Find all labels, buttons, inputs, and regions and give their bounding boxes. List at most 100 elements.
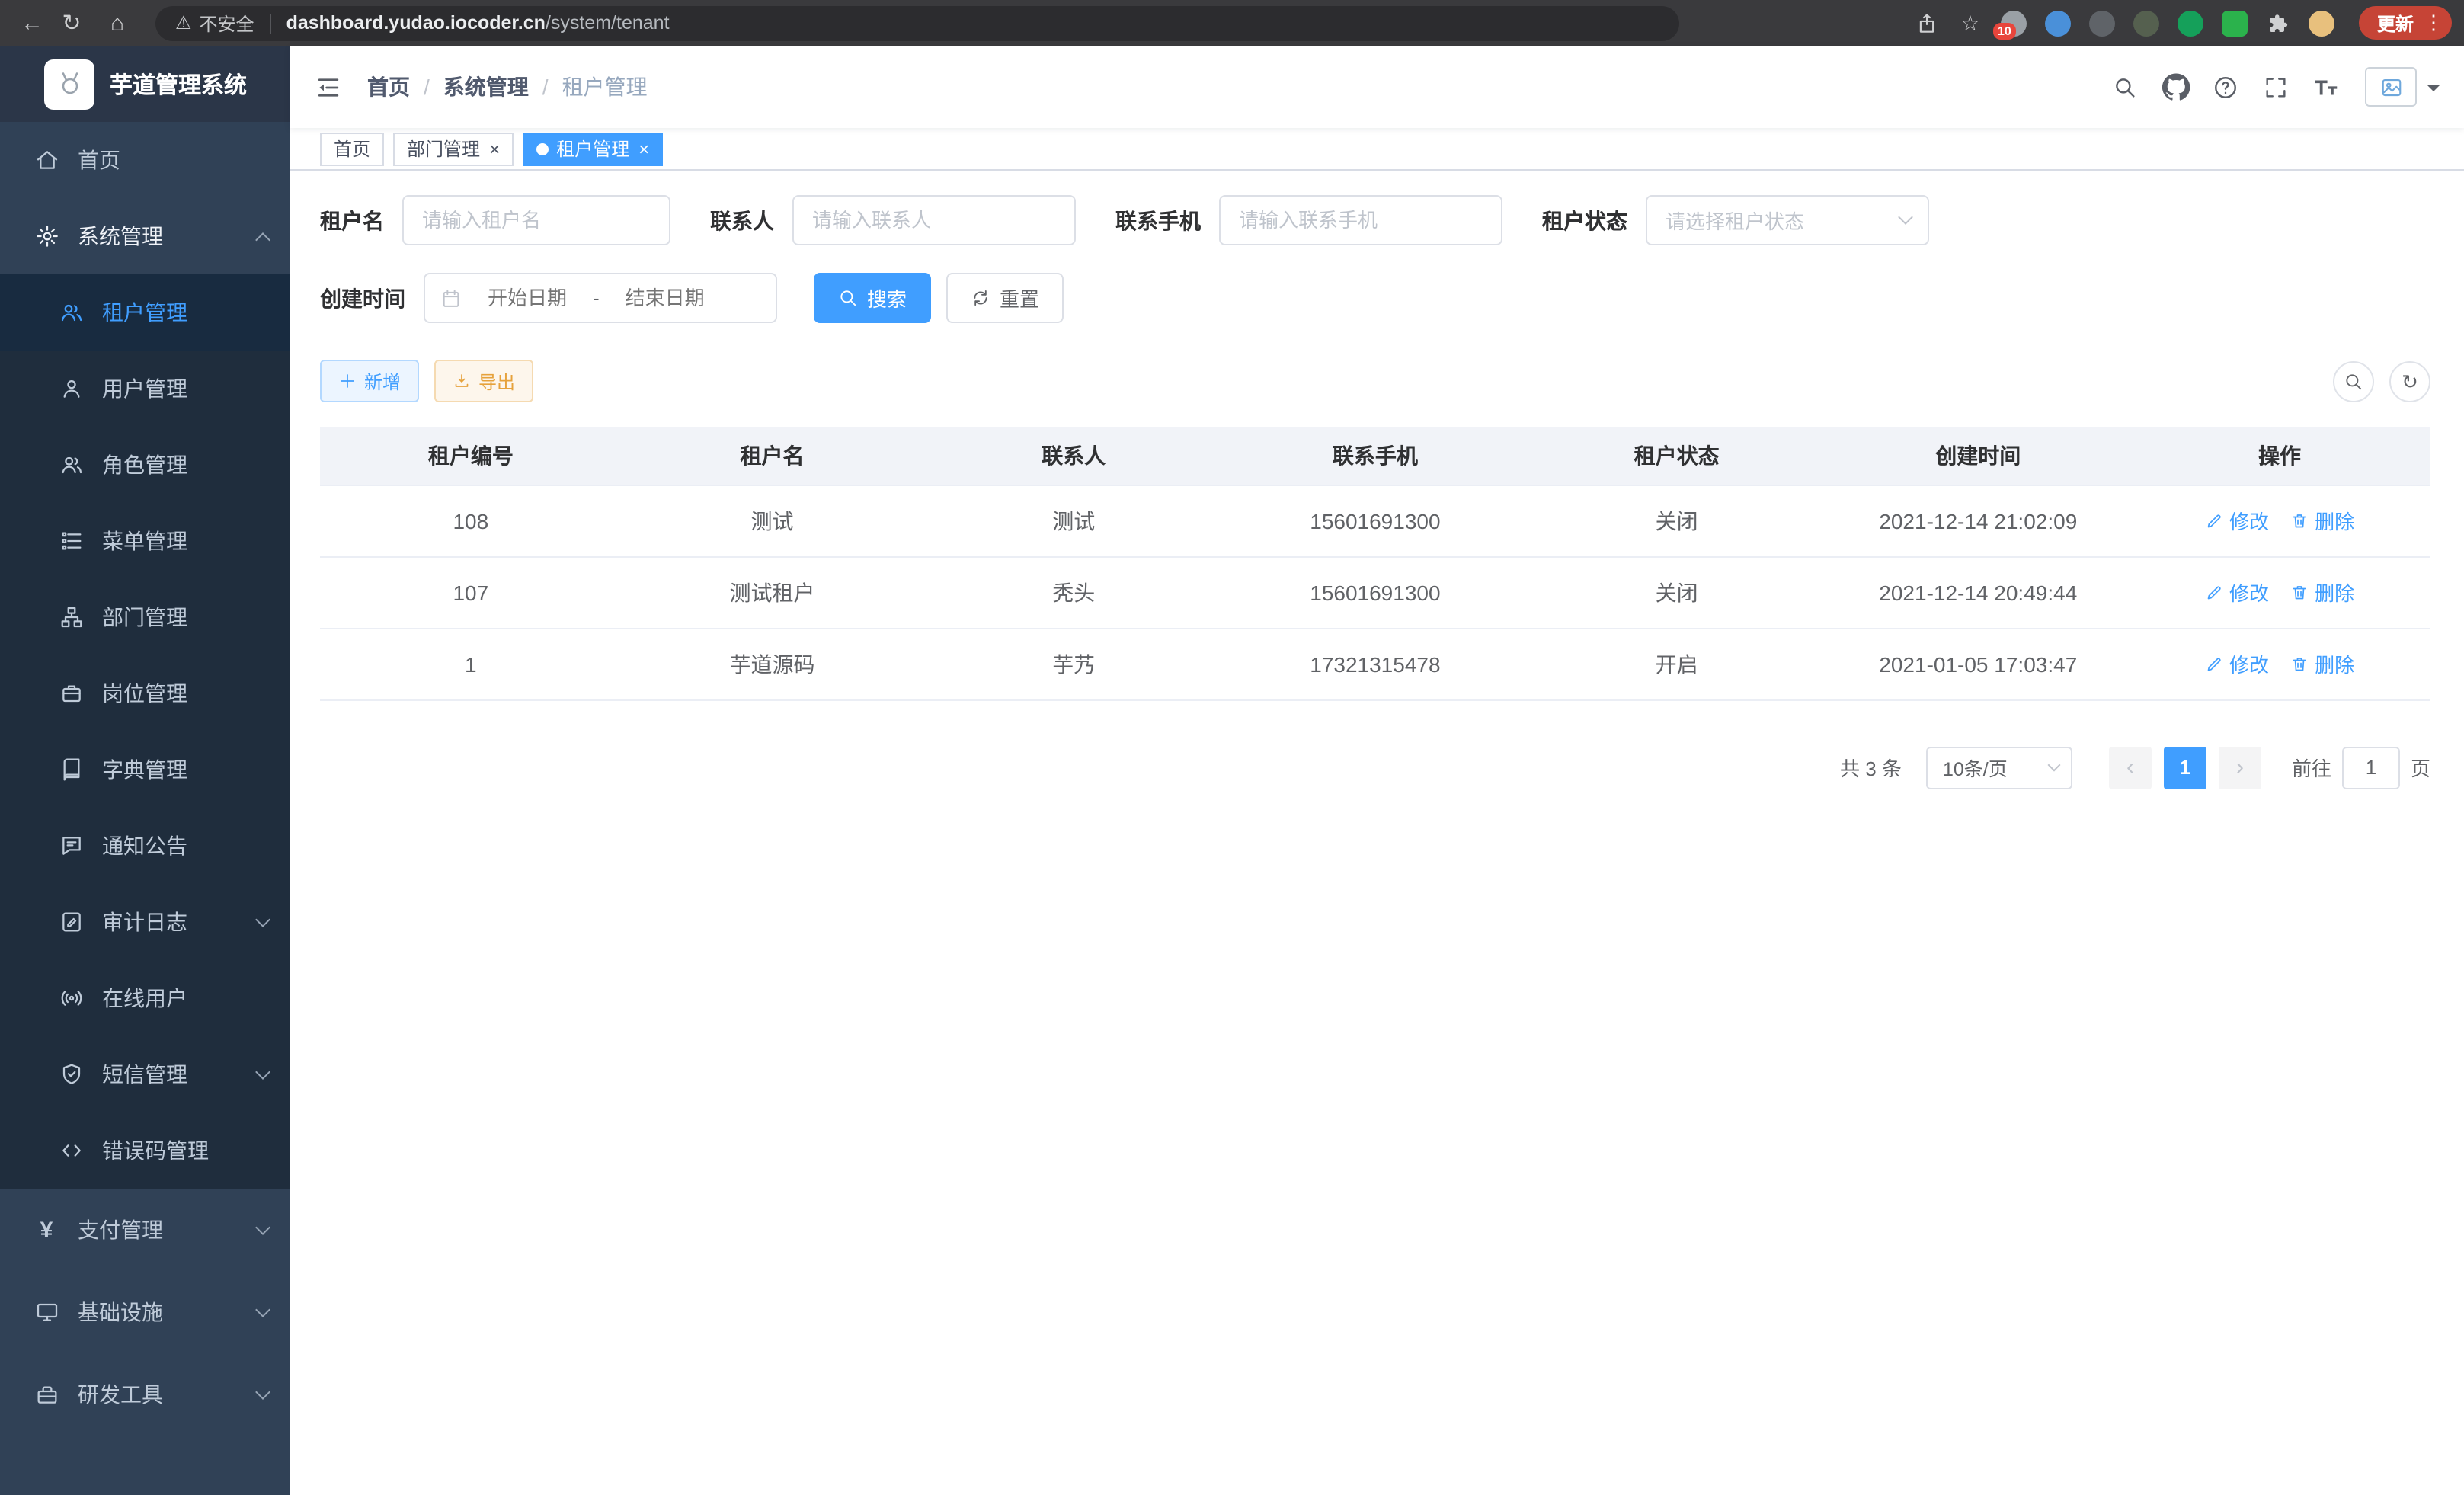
next-page-button[interactable]: › <box>2219 746 2261 789</box>
delete-link[interactable]: 删除 <box>2290 578 2354 607</box>
calendar-icon <box>440 287 462 309</box>
refresh-icon <box>971 288 990 308</box>
tab-dept[interactable]: 部门管理 × <box>393 132 514 165</box>
sidebar-item-role[interactable]: 角色管理 <box>0 427 290 503</box>
back-button[interactable]: ← <box>12 3 52 43</box>
sidebar-item-dev-tools[interactable]: 研发工具 <box>0 1353 290 1436</box>
goto-label: 前往 <box>2292 753 2331 782</box>
table-header-row: 租户编号 租户名 联系人 联系手机 租户状态 创建时间 操作 <box>320 427 2430 485</box>
address-bar[interactable]: ⚠ 不安全 dashboard.yudao.iocoder.cn/system/… <box>155 5 1679 40</box>
hide-search-button[interactable] <box>2333 360 2374 402</box>
add-button[interactable]: 新增 <box>320 360 419 402</box>
security-warning-chip[interactable]: ⚠ 不安全 <box>175 10 254 36</box>
extension-button-3[interactable] <box>2080 10 2124 36</box>
sidebar-item-user[interactable]: 用户管理 <box>0 351 290 427</box>
share-button[interactable] <box>1906 11 1949 34</box>
home-button[interactable]: ⌂ <box>98 3 137 43</box>
status-select[interactable]: 请选择租户状态 <box>1646 195 1929 245</box>
sidebar-toggle-button[interactable] <box>314 72 343 101</box>
extension-button-2[interactable] <box>2036 10 2080 36</box>
sidebar-item-audit-log[interactable]: 审计日志 <box>0 884 290 960</box>
user-icon <box>58 376 84 401</box>
cell-contact: 秃头 <box>923 556 1224 628</box>
phone-input[interactable] <box>1219 195 1502 245</box>
app-frame: 芋道管理系统 首页 系统管理 租户管理 用户管理 角色管理 <box>0 46 2464 1495</box>
breadcrumb-item-system[interactable]: 系统管理 <box>443 72 529 102</box>
edit-link[interactable]: 修改 <box>2205 506 2269 535</box>
sidebar-item-label: 租户管理 <box>102 297 187 328</box>
export-button[interactable]: 导出 <box>434 360 533 402</box>
avatar-caret-icon[interactable] <box>2427 85 2440 98</box>
profile-avatar-button[interactable] <box>2299 10 2344 36</box>
close-icon[interactable]: × <box>638 139 649 158</box>
tenant-name-input[interactable] <box>402 195 670 245</box>
search-button-label: 搜索 <box>867 283 907 312</box>
home-icon <box>34 148 59 172</box>
bookmark-star-button[interactable]: ☆ <box>1949 10 1992 36</box>
tab-tenant[interactable]: 租户管理 × <box>523 132 663 165</box>
date-start-input[interactable] <box>465 287 590 309</box>
help-icon <box>2213 74 2238 100</box>
sidebar-item-error-code[interactable]: 错误码管理 <box>0 1112 290 1189</box>
date-range-picker[interactable]: - <box>424 273 777 323</box>
sidebar-item-label: 在线用户 <box>102 983 187 1013</box>
search-icon <box>2344 371 2363 391</box>
tab-home[interactable]: 首页 <box>320 132 384 165</box>
sidebar-item-system[interactable]: 系统管理 <box>0 198 290 274</box>
search-button[interactable]: 搜索 <box>814 273 931 323</box>
delete-link[interactable]: 删除 <box>2290 506 2354 535</box>
github-button[interactable] <box>2150 73 2200 101</box>
sidebar-logo-row[interactable]: 芋道管理系统 <box>0 46 290 122</box>
edit-label: 修改 <box>2229 506 2269 535</box>
sidebar-item-tenant[interactable]: 租户管理 <box>0 274 290 351</box>
tenant-table: 租户编号 租户名 联系人 联系手机 租户状态 创建时间 操作 108 测试 <box>320 427 2430 700</box>
sidebar-item-dict[interactable]: 字典管理 <box>0 731 290 808</box>
sidebar-item-home[interactable]: 首页 <box>0 122 290 198</box>
pagination-goto: 前往 页 <box>2292 746 2430 789</box>
tab-label: 部门管理 <box>407 136 480 162</box>
contact-input[interactable] <box>792 195 1076 245</box>
table-row: 108 测试 测试 15601691300 关闭 2021-12-14 21:0… <box>320 485 2430 556</box>
extension-button-6[interactable] <box>2213 10 2257 36</box>
refresh-button[interactable]: ↻ <box>2389 360 2430 402</box>
sidebar-item-label: 部门管理 <box>102 602 187 632</box>
page-number-1[interactable]: 1 <box>2164 746 2206 789</box>
breadcrumb-item-home[interactable]: 首页 <box>367 72 410 102</box>
edit-link[interactable]: 修改 <box>2205 578 2269 607</box>
sidebar-item-dept[interactable]: 部门管理 <box>0 579 290 655</box>
extension-button-4[interactable] <box>2124 10 2168 36</box>
page-unit-label: 页 <box>2411 753 2430 782</box>
sidebar-item-sms[interactable]: 短信管理 <box>0 1036 290 1112</box>
cell-contact: 芋艿 <box>923 628 1224 699</box>
edit-link[interactable]: 修改 <box>2205 649 2269 678</box>
table-tools: ↻ <box>2333 360 2430 402</box>
tab-label: 租户管理 <box>556 136 629 162</box>
page-size-select[interactable]: 10条/页 <box>1926 746 2072 789</box>
filter-status: 租户状态 请选择租户状态 <box>1542 195 1929 245</box>
font-size-button[interactable] <box>2301 72 2351 101</box>
help-button[interactable] <box>2200 74 2251 100</box>
extensions-menu-button[interactable] <box>2257 11 2299 34</box>
pagination: 共 3 条 10条/页 ‹ 1 › 前往 页 <box>320 746 2430 789</box>
date-end-input[interactable] <box>603 287 728 309</box>
header-search-button[interactable] <box>2100 74 2150 100</box>
sidebar-item-post[interactable]: 岗位管理 <box>0 655 290 731</box>
phone-label: 联系手机 <box>1115 205 1201 235</box>
reload-button[interactable]: ↻ <box>52 3 91 43</box>
reset-button[interactable]: 重置 <box>946 273 1064 323</box>
goto-page-input[interactable] <box>2342 746 2400 789</box>
delete-link[interactable]: 删除 <box>2290 649 2354 678</box>
sidebar-item-online-user[interactable]: 在线用户 <box>0 960 290 1036</box>
update-button[interactable]: 更新 ⋮ <box>2359 6 2452 40</box>
sidebar-item-menu[interactable]: 菜单管理 <box>0 503 290 579</box>
close-icon[interactable]: × <box>489 139 500 158</box>
kebab-menu-icon[interactable]: ⋮ <box>2421 11 2446 35</box>
fullscreen-button[interactable] <box>2251 74 2301 100</box>
sidebar-item-notice[interactable]: 通知公告 <box>0 808 290 884</box>
sidebar-item-infra[interactable]: 基础设施 <box>0 1271 290 1353</box>
prev-page-button[interactable]: ‹ <box>2109 746 2152 789</box>
sidebar-item-payment[interactable]: ¥ 支付管理 <box>0 1189 290 1271</box>
user-avatar[interactable] <box>2365 67 2417 107</box>
extension-button-1[interactable]: 10 <box>1992 10 2036 36</box>
extension-button-5[interactable] <box>2168 10 2213 36</box>
